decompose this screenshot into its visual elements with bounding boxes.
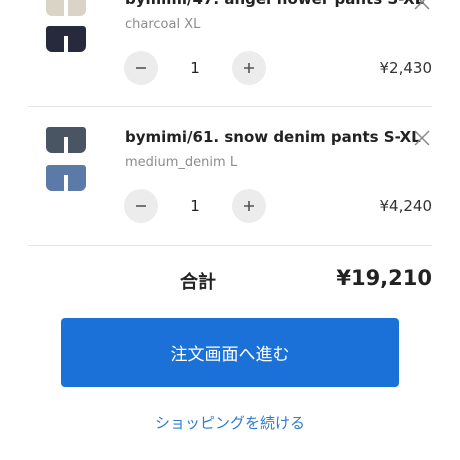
increase-quantity-button[interactable]: [232, 51, 266, 85]
continue-shopping-link[interactable]: ショッピングを続ける: [0, 412, 460, 433]
item-price: ¥2,430: [379, 59, 433, 77]
quantity-stepper: 1: [124, 189, 294, 225]
minus-icon: [136, 67, 146, 69]
item-price: ¥4,240: [379, 197, 433, 215]
item-variant: medium_denim L: [125, 155, 238, 170]
cart-item: bymimi/47. angel flower pants S-XL charc…: [28, 0, 432, 106]
plus-icon: [244, 201, 254, 211]
total-value: ¥19,210: [336, 266, 432, 290]
quantity-value[interactable]: 1: [180, 51, 210, 85]
quantity-value[interactable]: 1: [180, 189, 210, 223]
remove-item-button[interactable]: [412, 128, 432, 148]
item-title[interactable]: bymimi/61. snow denim pants S-XL: [125, 128, 421, 146]
close-icon: [414, 130, 430, 146]
plus-icon: [244, 63, 254, 73]
cart-item: bymimi/61. snow denim pants S-XL medium_…: [28, 107, 432, 245]
divider: [28, 245, 432, 246]
item-title[interactable]: bymimi/47. angel flower pants S-XL: [125, 0, 424, 8]
floral-shorts-image[interactable]: [46, 0, 86, 58]
close-icon: [414, 0, 430, 10]
decrease-quantity-button[interactable]: [124, 189, 158, 223]
denim-shorts-image[interactable]: [46, 127, 86, 197]
total-label: 合計: [180, 272, 216, 293]
checkout-button[interactable]: 注文画面へ進む: [61, 318, 399, 387]
remove-item-button[interactable]: [412, 0, 432, 12]
increase-quantity-button[interactable]: [232, 189, 266, 223]
quantity-stepper: 1: [124, 51, 294, 87]
minus-icon: [136, 205, 146, 207]
item-variant: charcoal XL: [125, 17, 201, 32]
decrease-quantity-button[interactable]: [124, 51, 158, 85]
